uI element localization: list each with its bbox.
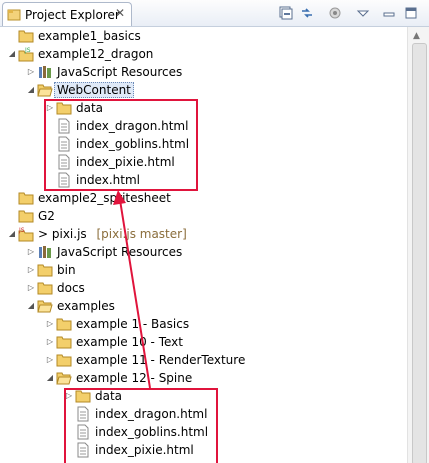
annotation-arrow [113,190,151,389]
project-explorer-view: Project Explorer ✕ example1_basics ◢ JS exa… [0,0,429,463]
